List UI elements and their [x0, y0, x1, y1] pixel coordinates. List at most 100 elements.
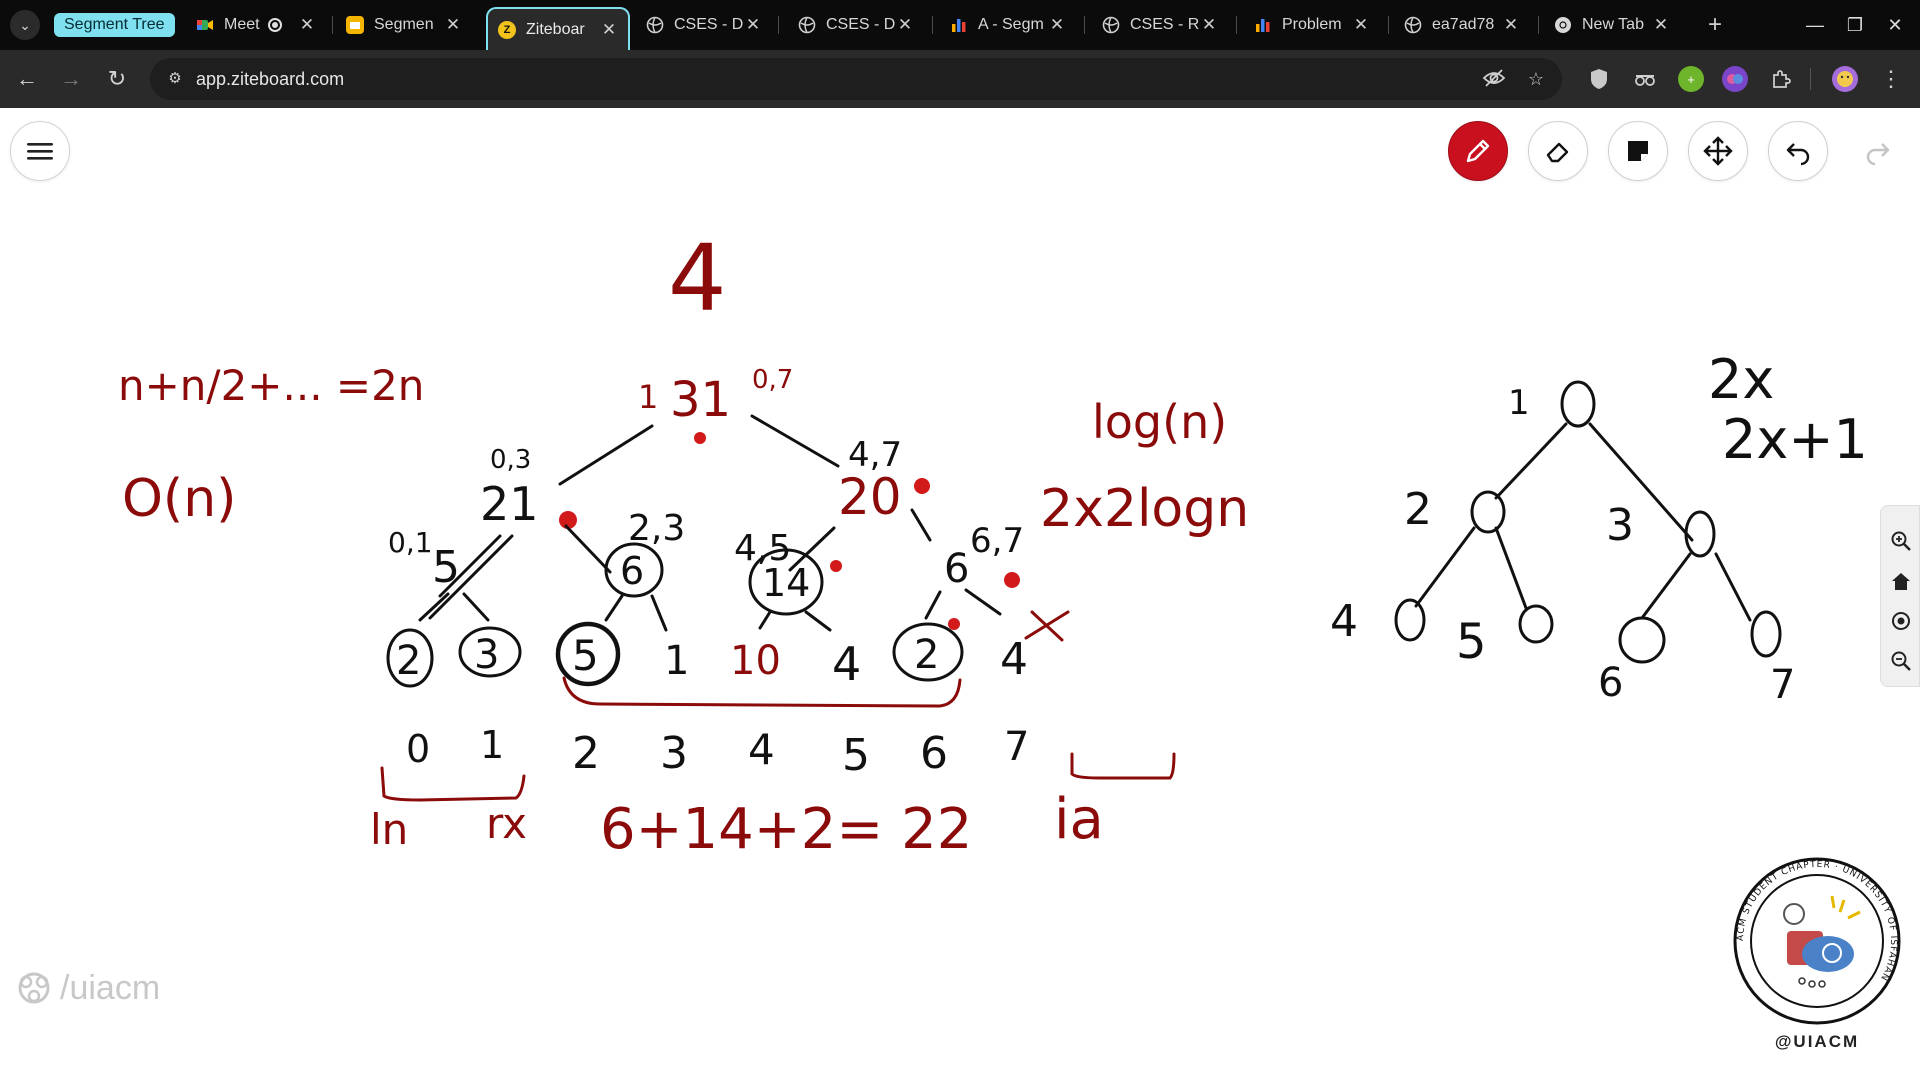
node-value-5: 5	[432, 542, 460, 593]
range-bracket	[1070, 752, 1176, 780]
tab-title: New Tab	[1582, 16, 1644, 33]
rt-node-7: 7	[1770, 662, 1795, 708]
browser-menu-button[interactable]: ⋮	[1876, 64, 1906, 94]
tab-cses-2[interactable]: CSES - D ✕	[788, 8, 924, 42]
rt-edge	[1714, 552, 1752, 622]
tree-edge	[750, 414, 840, 468]
reload-button[interactable]: ↻	[102, 64, 132, 94]
dot-mark	[914, 478, 930, 494]
acm-chapter-logo: ACM STUDENT CHAPTER · UNIVERSITY OF ISFA…	[1732, 856, 1902, 1062]
brain-extension-icon[interactable]	[1722, 66, 1748, 92]
close-icon[interactable]: ✕	[600, 20, 618, 40]
minimize-button[interactable]: —	[1800, 10, 1830, 40]
plus-extension-icon[interactable]: +	[1678, 66, 1704, 92]
board-log-n: log(n)	[1092, 395, 1227, 449]
shield-extension-icon[interactable]	[1586, 66, 1612, 92]
index-4: 4	[748, 725, 775, 774]
new-tab-button[interactable]: +	[1700, 10, 1730, 40]
close-icon[interactable]: ✕	[1048, 15, 1066, 35]
tab-title: A - Segm	[978, 16, 1044, 33]
ziteboard-icon: Z	[498, 20, 516, 39]
zoom-in-button[interactable]	[1888, 528, 1914, 554]
tree-edge	[910, 508, 932, 542]
recenter-button[interactable]	[1888, 608, 1914, 634]
minimize-icon: —	[1806, 15, 1824, 35]
toolbar-divider	[1810, 68, 1811, 90]
tab-title: Segmen	[374, 16, 434, 33]
root-range: 0,7	[752, 365, 793, 395]
index-6: 6	[920, 728, 948, 779]
rt-formula-right: 2x+1	[1722, 408, 1868, 471]
leaf-value-7: 4	[1000, 634, 1028, 685]
node-range-0-3: 0,3	[490, 445, 531, 475]
root-left-index: 1	[638, 378, 658, 416]
close-icon[interactable]: ✕	[1352, 15, 1370, 35]
tree-edge	[604, 594, 624, 622]
tab-meet[interactable]: Meet ✕	[186, 8, 326, 42]
leaf-value-2: 5	[572, 631, 599, 680]
node-range-6-7: 6,7	[970, 521, 1024, 561]
url-text[interactable]: app.ziteboard.com	[196, 69, 344, 90]
rt-node-5: 5	[1456, 614, 1487, 670]
sum-equation: 6+14+2= 22	[600, 797, 972, 862]
chevron-down-icon: ⌄	[19, 16, 31, 33]
close-icon[interactable]: ✕	[444, 15, 462, 35]
restore-icon: ❐	[1846, 15, 1864, 35]
puzzle-icon[interactable]	[1768, 66, 1794, 92]
restore-button[interactable]: ❐	[1840, 10, 1870, 40]
site-settings-icon[interactable]: ⚙	[164, 68, 186, 90]
tab-ea7ad78[interactable]: ea7ad78 ✕	[1394, 8, 1530, 42]
rt-node-3: 3	[1606, 500, 1634, 551]
zoom-panel	[1880, 505, 1920, 687]
tree-edge	[650, 594, 668, 632]
close-icon[interactable]: ✕	[1200, 15, 1218, 35]
tab-a-segm[interactable]: A - Segm ✕	[940, 8, 1076, 42]
tab-new-tab[interactable]: New Tab ✕	[1544, 8, 1680, 42]
meet-icon	[196, 16, 214, 34]
close-icon[interactable]: ✕	[1652, 15, 1670, 35]
rt-node-circle	[1518, 604, 1554, 644]
close-icon[interactable]: ✕	[298, 15, 316, 35]
tab-cses-1[interactable]: CSES - D ✕	[636, 8, 772, 42]
tab-group-chip[interactable]: Segment Tree	[54, 13, 175, 37]
index-5: 5	[842, 730, 870, 781]
rt-node-1: 1	[1508, 383, 1530, 423]
close-icon[interactable]: ✕	[744, 15, 762, 35]
index-7: 7	[1004, 724, 1029, 770]
globe-icon	[1404, 16, 1422, 34]
close-window-button[interactable]: ✕	[1880, 10, 1910, 40]
spy-extension-icon[interactable]	[1632, 66, 1658, 92]
eye-off-icon[interactable]	[1482, 68, 1506, 90]
avatar[interactable]	[1832, 66, 1858, 92]
rt-node-2: 2	[1404, 484, 1432, 535]
leaf-value-4: 10	[730, 638, 781, 684]
tab-segment-slides[interactable]: Segmen ✕	[336, 8, 472, 42]
leaf-value-0: 2	[396, 638, 421, 684]
rt-node-circle	[1750, 610, 1782, 658]
query-mark: ia	[1054, 787, 1104, 852]
leaf-value-3: 1	[664, 638, 689, 684]
whiteboard-canvas[interactable]: .hw { font-family: "DejaVu Sans", sans-s…	[0, 108, 1920, 1080]
dot-mark	[948, 618, 960, 630]
tab-ziteboard[interactable]: Z Ziteboar ✕	[486, 7, 630, 50]
home-view-button[interactable]	[1888, 568, 1914, 594]
address-bar[interactable]: ⚙ app.ziteboard.com ☆	[150, 58, 1562, 100]
tab-separator	[1538, 16, 1539, 34]
forward-button[interactable]: →	[56, 64, 86, 94]
back-button[interactable]: ←	[12, 64, 42, 94]
rt-node-circle	[1470, 490, 1506, 534]
drawing-layer: .hw { font-family: "DejaVu Sans", sans-s…	[118, 225, 1868, 862]
rt-node-circle	[1684, 510, 1716, 558]
zoom-in-icon	[1891, 531, 1911, 551]
arrow-left-icon: ←	[16, 66, 38, 91]
tab-cses-3[interactable]: CSES - R ✕	[1092, 8, 1228, 42]
board-two-x-log-n: 2x2logn	[1040, 479, 1249, 539]
close-icon[interactable]: ✕	[896, 15, 914, 35]
watermark-logo-icon	[18, 972, 50, 1004]
bookmark-star-icon[interactable]: ☆	[1524, 68, 1548, 90]
tab-search-button[interactable]: ⌄	[10, 10, 40, 40]
close-icon[interactable]: ✕	[1502, 15, 1520, 35]
zoom-out-button[interactable]	[1888, 648, 1914, 674]
tab-problem[interactable]: Problem ✕	[1244, 8, 1380, 42]
query-left-label: ln	[370, 805, 408, 854]
